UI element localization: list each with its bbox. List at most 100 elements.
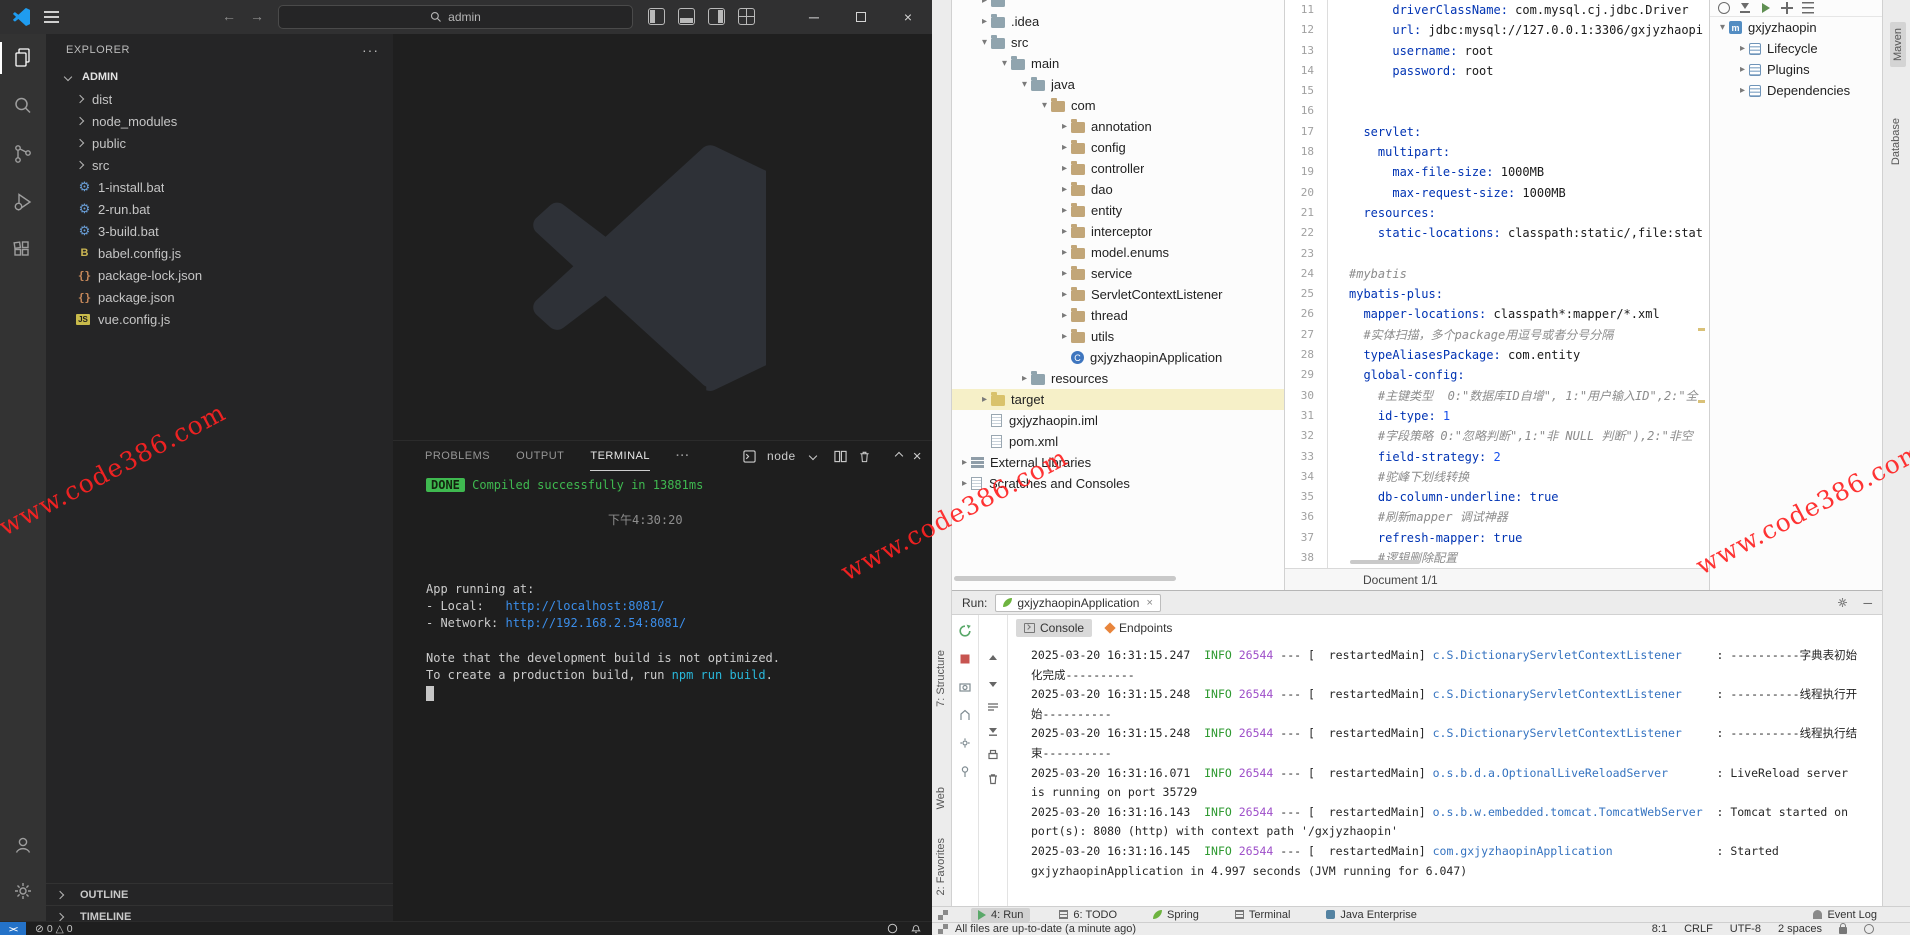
soft-wrap-icon[interactable]	[986, 699, 1001, 714]
explorer-item-babel.config.js[interactable]: Bbabel.config.js	[46, 242, 393, 264]
project-item-src[interactable]: ▾src	[952, 32, 1284, 53]
tool-button-favorites[interactable]: 2: Favorites	[935, 838, 947, 895]
project-item-dao[interactable]: ▸dao	[952, 179, 1284, 200]
event-log-button[interactable]: Event Log	[1806, 908, 1884, 922]
maven-lifecycle[interactable]: ▸ Lifecycle	[1710, 38, 1882, 59]
nav-forward-icon[interactable]: →	[246, 8, 268, 24]
tab-console[interactable]: Console	[1016, 619, 1092, 637]
search-activity-icon[interactable]	[0, 82, 46, 130]
settings-gear-icon[interactable]	[0, 867, 46, 915]
tool-button-database[interactable]: Database	[1890, 118, 1902, 165]
explorer-item-3-build.bat[interactable]: ⚙3-build.bat	[46, 220, 393, 242]
toggle-panel-icon[interactable]	[678, 8, 695, 25]
outline-section[interactable]: OUTLINE	[46, 883, 393, 905]
clear-console-icon[interactable]	[986, 771, 1001, 786]
explorer-item-public[interactable]: public	[46, 132, 393, 154]
yaml-editor[interactable]: 11 driverClassName: com.mysql.cj.jdbc.Dr…	[1285, 0, 1709, 590]
gc-icon[interactable]	[958, 707, 973, 722]
panel-more-icon[interactable]: ···	[676, 450, 690, 462]
project-item-.idea[interactable]: ▸.idea	[952, 11, 1284, 32]
project-item-utils[interactable]: ▸utils	[952, 326, 1284, 347]
menu-icon[interactable]	[44, 11, 59, 23]
timeline-section[interactable]: TIMELINE	[46, 905, 393, 921]
project-item-service[interactable]: ▸service	[952, 263, 1284, 284]
explorer-activity-icon[interactable]	[0, 34, 46, 82]
stop-icon[interactable]	[958, 651, 973, 666]
account-icon[interactable]	[0, 821, 46, 869]
project-item-main[interactable]: ▾main	[952, 53, 1284, 74]
tool-tab-run[interactable]: 4: Run	[971, 908, 1030, 922]
down-stack-icon[interactable]	[986, 675, 1001, 690]
line-separator[interactable]: CRLF	[1684, 923, 1713, 935]
tool-button-maven[interactable]: Maven	[1890, 22, 1906, 67]
close-panel-icon[interactable]: ×	[913, 448, 922, 465]
explorer-item-node_modules[interactable]: node_modules	[46, 110, 393, 132]
project-item-config[interactable]: ▸config	[952, 137, 1284, 158]
project-item-clipped[interactable]: ▸	[952, 0, 1284, 11]
explorer-item-package-lock.json[interactable]: {}package-lock.json	[46, 264, 393, 286]
project-item-target[interactable]: ▸target	[952, 389, 1284, 410]
close-button[interactable]: ×	[885, 0, 931, 34]
maven-run-icon[interactable]	[1760, 2, 1772, 14]
project-item-gxjyzhaopin.iml[interactable]: gxjyzhaopin.iml	[952, 410, 1284, 431]
tool-button-structure[interactable]: 7: Structure	[935, 650, 947, 707]
project-item-controller[interactable]: ▸controller	[952, 158, 1284, 179]
toggle-secondary-sidebar-icon[interactable]	[708, 8, 725, 25]
tool-tab-todo[interactable]: 6: TODO	[1052, 908, 1124, 922]
tab-problems[interactable]: PROBLEMS	[425, 441, 490, 471]
terminal-url-link[interactable]: http://localhost:8081/	[505, 599, 664, 613]
tab-endpoints[interactable]: Endpoints	[1098, 619, 1180, 637]
hide-tool-window-icon[interactable]: ─	[1863, 596, 1872, 610]
run-settings-gear-icon[interactable]	[1836, 596, 1849, 609]
readonly-lock-icon[interactable]	[1839, 927, 1847, 934]
source-control-icon[interactable]	[0, 130, 46, 178]
maximize-button[interactable]	[838, 0, 884, 34]
maven-dependencies[interactable]: ▸ Dependencies	[1710, 80, 1882, 101]
remote-indicator[interactable]: ><	[0, 922, 26, 935]
editor-hscrollbar[interactable]	[1350, 560, 1420, 564]
indent-setting[interactable]: 2 spaces	[1778, 923, 1822, 935]
project-item-ServletContextListener[interactable]: ▸ServletContextListener	[952, 284, 1284, 305]
maven-filter-icon[interactable]	[1802, 2, 1814, 14]
project-item-Scratches and Consoles[interactable]: ▸Scratches and Consoles	[952, 473, 1284, 494]
explorer-item-package.json[interactable]: {}package.json	[46, 286, 393, 308]
project-item-pom.xml[interactable]: pom.xml	[952, 431, 1284, 452]
console-log[interactable]: 2025-03-20 16:31:15.247 INFO 26544 --- […	[1008, 641, 1882, 881]
explorer-item-dist[interactable]: dist	[46, 88, 393, 110]
project-item-gxjyzhaopinApplication[interactable]: CgxjyzhaopinApplication	[952, 347, 1284, 368]
notifications-bell-icon[interactable]	[910, 923, 922, 935]
problems-status[interactable]: ⊘0 △0	[35, 923, 73, 935]
project-item-thread[interactable]: ▸thread	[952, 305, 1284, 326]
run-config-tab[interactable]: gxjyzhaopinApplication ×	[995, 594, 1161, 612]
caret-position[interactable]: 8:1	[1652, 923, 1667, 935]
project-item-com[interactable]: ▾com	[952, 95, 1284, 116]
explorer-item-vue.config.js[interactable]: JSvue.config.js	[46, 308, 393, 330]
explorer-more-icon[interactable]: ···	[362, 42, 379, 58]
search-input[interactable]: admin	[278, 5, 633, 29]
tool-tab-java-enterprise[interactable]: Java Enterprise	[1319, 908, 1423, 922]
tab-terminal[interactable]: TERMINAL	[590, 441, 650, 471]
project-item-External Libraries[interactable]: ▸External Libraries	[952, 452, 1284, 473]
project-item-interceptor[interactable]: ▸interceptor	[952, 221, 1284, 242]
rerun-icon[interactable]	[958, 623, 973, 638]
print-icon[interactable]	[986, 747, 1001, 762]
minimize-button[interactable]: ─	[791, 0, 837, 34]
terminal-url-link[interactable]: http://192.168.2.54:8081/	[505, 616, 686, 630]
tool-tab-terminal[interactable]: Terminal	[1228, 908, 1298, 922]
terminal-profile-icon[interactable]	[743, 450, 756, 463]
scroll-to-end-icon[interactable]	[986, 723, 1001, 738]
close-icon[interactable]: ×	[1146, 597, 1152, 609]
tab-output[interactable]: OUTPUT	[516, 441, 564, 471]
kill-terminal-trash-icon[interactable]	[858, 450, 871, 463]
project-hscrollbar[interactable]	[954, 576, 1176, 581]
shell-dropdown-icon[interactable]	[808, 452, 816, 460]
pin-icon[interactable]	[958, 763, 973, 778]
up-stack-icon[interactable]	[986, 651, 1001, 666]
project-item-entity[interactable]: ▸entity	[952, 200, 1284, 221]
project-item-annotation[interactable]: ▸annotation	[952, 116, 1284, 137]
split-terminal-icon[interactable]	[834, 450, 847, 463]
tool-window-switcher-icon[interactable]	[938, 910, 948, 920]
tool-button-web[interactable]: Web	[935, 787, 947, 809]
explorer-item-2-run.bat[interactable]: ⚙2-run.bat	[46, 198, 393, 220]
thread-dump-icon[interactable]	[958, 679, 973, 694]
